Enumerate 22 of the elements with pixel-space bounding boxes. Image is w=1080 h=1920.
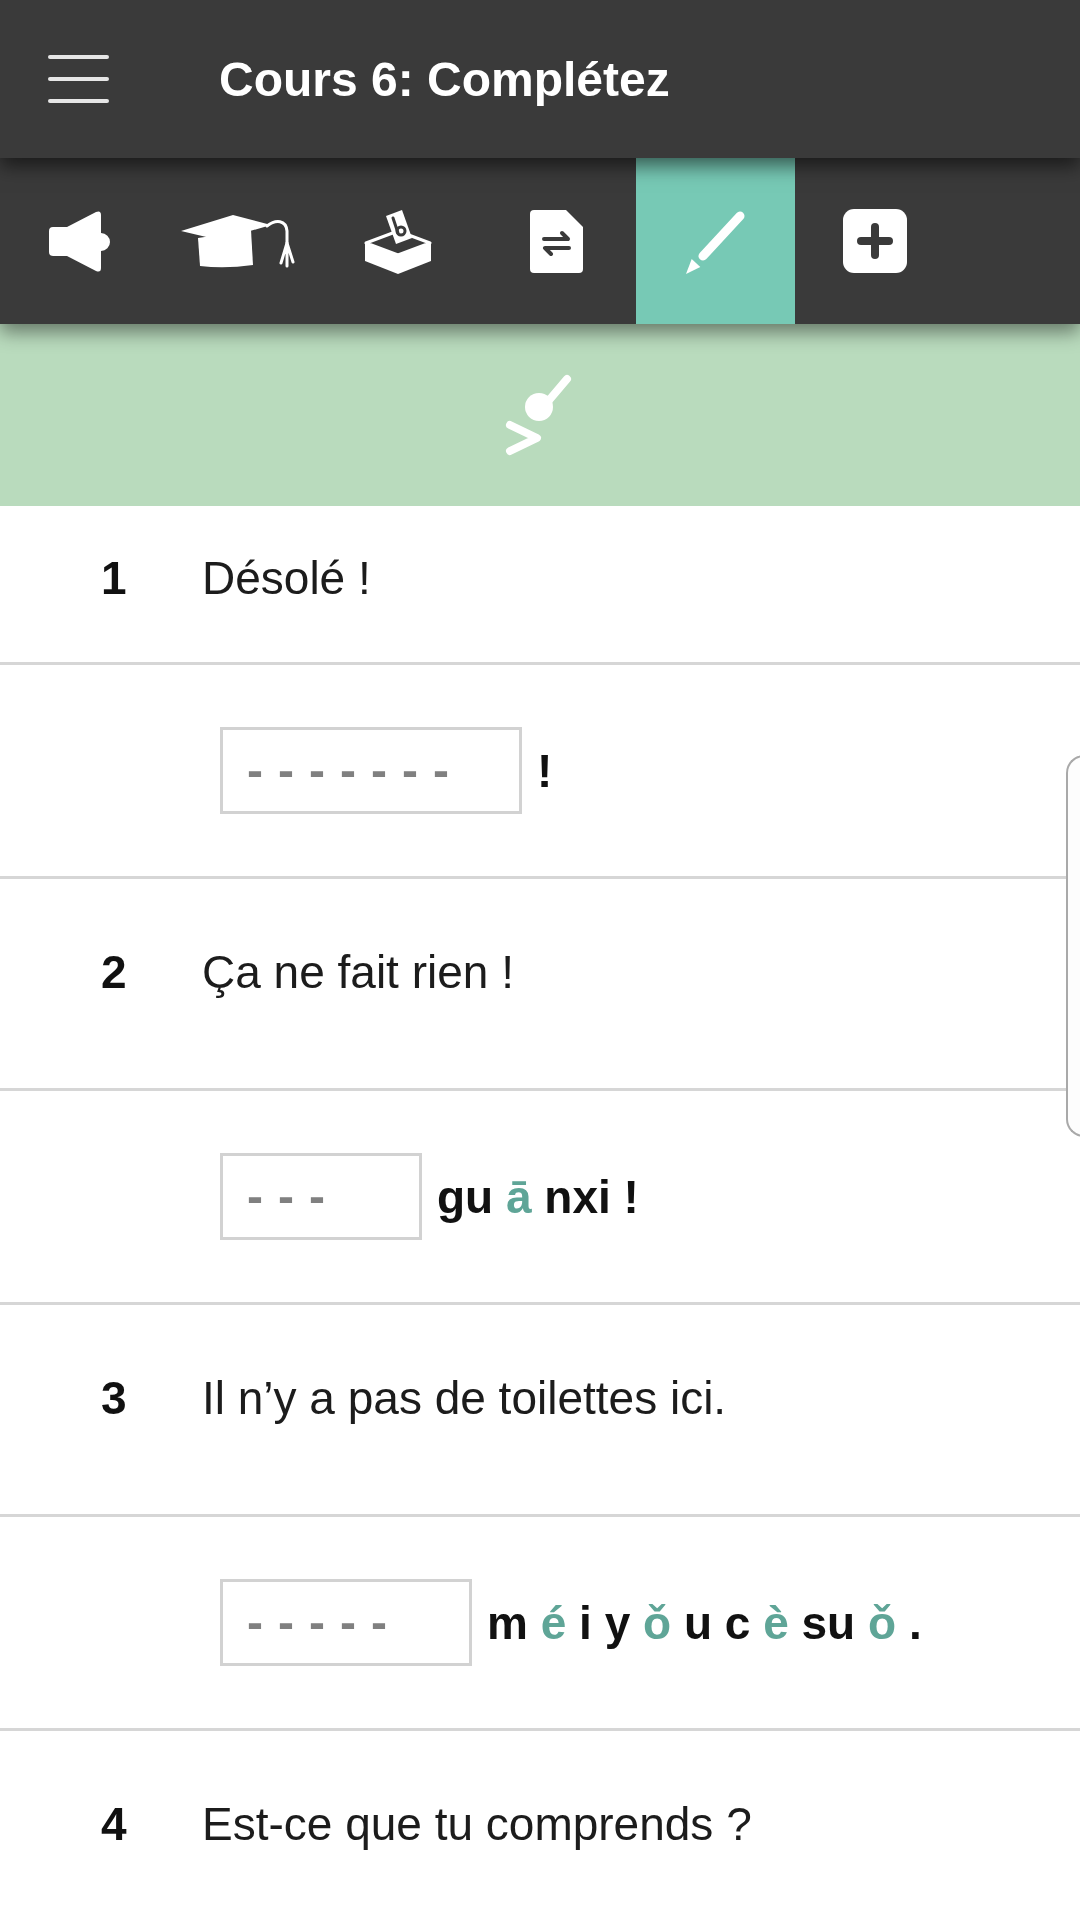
item-number: 3 [101, 1371, 128, 1426]
pinyin-text: gu ā nxi ! [437, 1169, 639, 1225]
pinyin-text: m é i y ǒ u c è su ǒ . [487, 1595, 922, 1651]
item-number: 1 [101, 551, 128, 606]
speaker-icon [49, 209, 110, 273]
item-number: 4 [101, 1797, 128, 1852]
document-swap-icon [530, 209, 583, 273]
page-title: Cours 6: Complétez [219, 51, 670, 107]
answer-field[interactable]: --- [220, 1153, 422, 1240]
sentence-text: Désolé ! [202, 551, 371, 606]
item-number: 2 [101, 945, 128, 1000]
sentence-text: Il n’y a pas de toilettes ici. [202, 1371, 727, 1426]
menu-icon [48, 55, 109, 103]
graduation-cap-icon [181, 213, 296, 269]
pinyin-text: ! [537, 743, 553, 799]
answer-field[interactable]: ----- [220, 1579, 472, 1666]
answer-field[interactable]: ------- [220, 727, 522, 814]
sentence-text: Est-ce que tu comprends ? [202, 1797, 752, 1852]
ballot-box-icon [363, 208, 432, 274]
sentence-text: Ça ne fait rien ! [202, 945, 514, 1000]
add-icon [842, 209, 907, 273]
menu-button[interactable] [48, 55, 109, 103]
